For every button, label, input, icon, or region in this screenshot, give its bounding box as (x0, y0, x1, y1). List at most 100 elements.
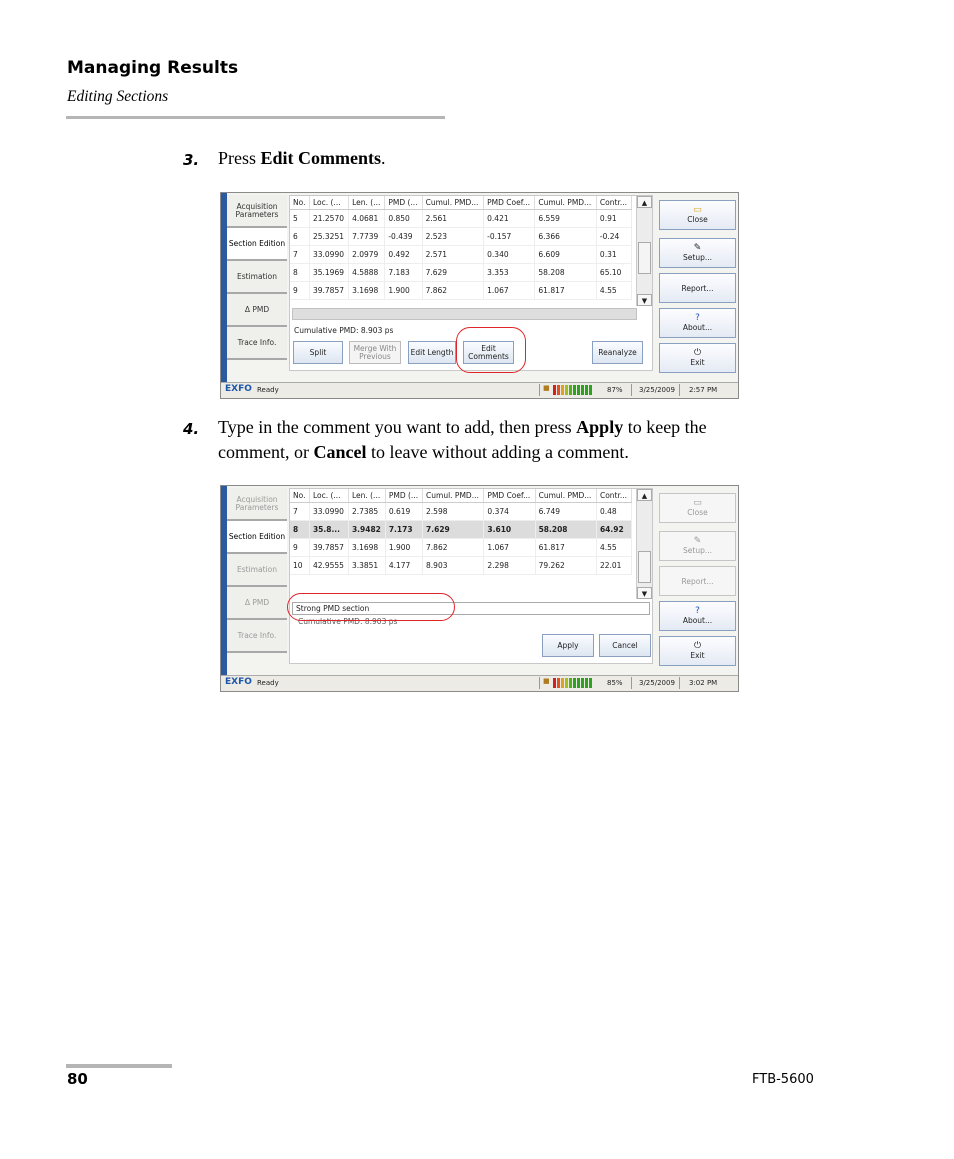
report-button[interactable]: Report... (659, 566, 736, 596)
about-button[interactable]: ? About... (659, 601, 736, 631)
close-button[interactable]: ▭ Close (659, 493, 736, 523)
scroll-down-icon[interactable]: ▼ (637, 587, 652, 599)
table-cell: 25.3251 (309, 227, 350, 246)
about-button[interactable]: ? About... (659, 308, 736, 338)
status-text: Ready (257, 386, 279, 394)
table-cell: 35.1969 (309, 263, 350, 282)
status-date: 3/25/2009 (639, 386, 675, 394)
header-divider (66, 116, 445, 119)
col-header[interactable]: Cumul. PMD... (534, 196, 597, 210)
table-row[interactable]: 8 35.8... 3.9482 7.173 7.629 3.610 58.208 64.92 (290, 520, 633, 539)
tab-estimation[interactable]: Estimation (227, 554, 287, 587)
tab-section-edition[interactable]: Section Edition (227, 228, 287, 261)
col-header[interactable]: No. (290, 489, 310, 503)
table-row[interactable]: 8 35.1969 4.5888 7.183 7.629 3.353 58.208 65.10 (290, 263, 633, 282)
table-horizontal-scrollbar[interactable] (292, 308, 637, 320)
col-header[interactable]: Cumul. PMD... (422, 489, 485, 503)
table-cell: 0.492 (384, 245, 423, 264)
tab-estimation[interactable]: Estimation (227, 261, 287, 294)
table-cell: 3.1698 (348, 281, 386, 300)
col-header[interactable]: Loc. (... (309, 489, 349, 503)
scroll-up-icon[interactable]: ▲ (637, 196, 652, 208)
col-header[interactable]: PMD Coef... (483, 489, 536, 503)
section-panel: No. Loc. (... Len. (... PMD (... Cumul. … (289, 488, 653, 664)
col-header[interactable]: Contr... (596, 196, 633, 210)
table-cell: 2.598 (422, 502, 485, 521)
table-vertical-scrollbar[interactable]: ▲ ▼ (636, 489, 652, 599)
setup-button[interactable]: ✎ Setup... (659, 238, 736, 268)
edit-length-button[interactable]: Edit Length (408, 341, 456, 364)
product-name: FTB-5600 (752, 1072, 814, 1087)
cancel-button[interactable]: Cancel (599, 634, 651, 657)
exit-button[interactable]: ⏻ Exit (659, 636, 736, 666)
table-cell: 35.8... (309, 520, 349, 539)
scroll-up-icon[interactable]: ▲ (637, 489, 652, 501)
table-cell: 61.817 (535, 538, 597, 557)
col-header[interactable]: Contr... (596, 489, 633, 503)
col-header[interactable]: Loc. (... (309, 196, 350, 210)
table-cell: 0.374 (483, 502, 536, 521)
table-cell: 7 (290, 245, 310, 264)
table-cell: 2.523 (422, 227, 485, 246)
table-cell: 6.559 (534, 209, 597, 228)
close-button[interactable]: ▭ Close (659, 200, 736, 230)
battery-icon: ■ (543, 384, 550, 392)
tab-section-edition[interactable]: Section Edition (227, 521, 287, 554)
table-row[interactable]: 7 33.0990 2.7385 0.619 2.598 0.374 6.749 0.48 (290, 502, 633, 521)
tab-acquisition-parameters[interactable]: Acquisition Parameters (227, 195, 287, 228)
col-header[interactable]: Len. (... (348, 489, 386, 503)
battery-level (553, 678, 592, 688)
step-3-number: 3. (183, 151, 200, 169)
table-cell: 0.48 (596, 502, 633, 521)
col-header[interactable]: Cumul. PMD... (535, 489, 597, 503)
table-cell: 7.862 (422, 538, 485, 557)
col-header[interactable]: PMD (... (384, 196, 423, 210)
table-cell: -0.439 (384, 227, 423, 246)
table-cell: 3.1698 (348, 538, 386, 557)
tab-trace-info[interactable]: Trace Info. (227, 327, 287, 360)
table-row[interactable]: 9 39.7857 3.1698 1.900 7.862 1.067 61.817 4.55 (290, 281, 633, 300)
page-number: 80 (67, 1070, 88, 1088)
table-cell: 8 (290, 263, 310, 282)
report-button[interactable]: Report... (659, 273, 736, 303)
step-4-number: 4. (183, 420, 200, 438)
step-3-text: Press Edit Comments. (218, 148, 386, 168)
table-cell: 4.55 (596, 281, 633, 300)
table-row[interactable]: 10 42.9555 3.3851 4.177 8.903 2.298 79.262 22.0… (290, 556, 633, 575)
table-row[interactable]: 6 25.3251 7.7739 -0.439 2.523 -0.157 6.366 -0.2… (290, 227, 633, 246)
highlight-circle (287, 593, 455, 621)
table-cell: 7 (290, 502, 310, 521)
table-cell: -0.24 (596, 227, 633, 246)
tab-delta-pmd[interactable]: Δ PMD (227, 587, 287, 620)
table-cell: 33.0990 (309, 502, 349, 521)
exit-button[interactable]: ⏻ Exit (659, 343, 736, 373)
merge-with-previous-button[interactable]: Merge With Previous (349, 341, 401, 364)
col-header[interactable]: PMD (... (385, 489, 424, 503)
scroll-thumb[interactable] (638, 242, 651, 274)
table-row[interactable]: 5 21.2570 4.0681 0.850 2.561 0.421 6.559 0.91 (290, 209, 633, 228)
tab-delta-pmd[interactable]: Δ PMD (227, 294, 287, 327)
tab-trace-info[interactable]: Trace Info. (227, 620, 287, 653)
tab-acquisition-parameters[interactable]: Acquisition Parameters (227, 488, 287, 521)
table-row[interactable]: 9 39.7857 3.1698 1.900 7.862 1.067 61.817 4.55 (290, 538, 633, 557)
table-cell: 22.01 (596, 556, 633, 575)
table-cell: 8 (290, 520, 310, 539)
table-cell: 1.900 (385, 538, 424, 557)
table-cell: 7.173 (385, 520, 424, 539)
reanalyze-button[interactable]: Reanalyze (592, 341, 643, 364)
col-header[interactable]: PMD Coef... (483, 196, 536, 210)
col-header[interactable]: Cumul. PMD... (422, 196, 485, 210)
col-header[interactable]: No. (290, 196, 310, 210)
col-header[interactable]: Len. (... (348, 196, 386, 210)
status-date: 3/25/2009 (639, 679, 675, 687)
scroll-down-icon[interactable]: ▼ (637, 294, 652, 306)
split-button[interactable]: Split (293, 341, 343, 364)
side-tabs: Acquisition Parameters Section Edition E… (227, 488, 287, 653)
scroll-thumb[interactable] (638, 551, 651, 583)
apply-button[interactable]: Apply (542, 634, 594, 657)
setup-button[interactable]: ✎ Setup... (659, 531, 736, 561)
table-cell: 4.177 (385, 556, 424, 575)
status-bar: EXFO Ready ■ 85% 3/25/2009 3:02 PM (221, 675, 738, 691)
table-row[interactable]: 7 33.0990 2.0979 0.492 2.571 0.340 6.609 0.31 (290, 245, 633, 264)
table-vertical-scrollbar[interactable]: ▲ ▼ (636, 196, 652, 306)
